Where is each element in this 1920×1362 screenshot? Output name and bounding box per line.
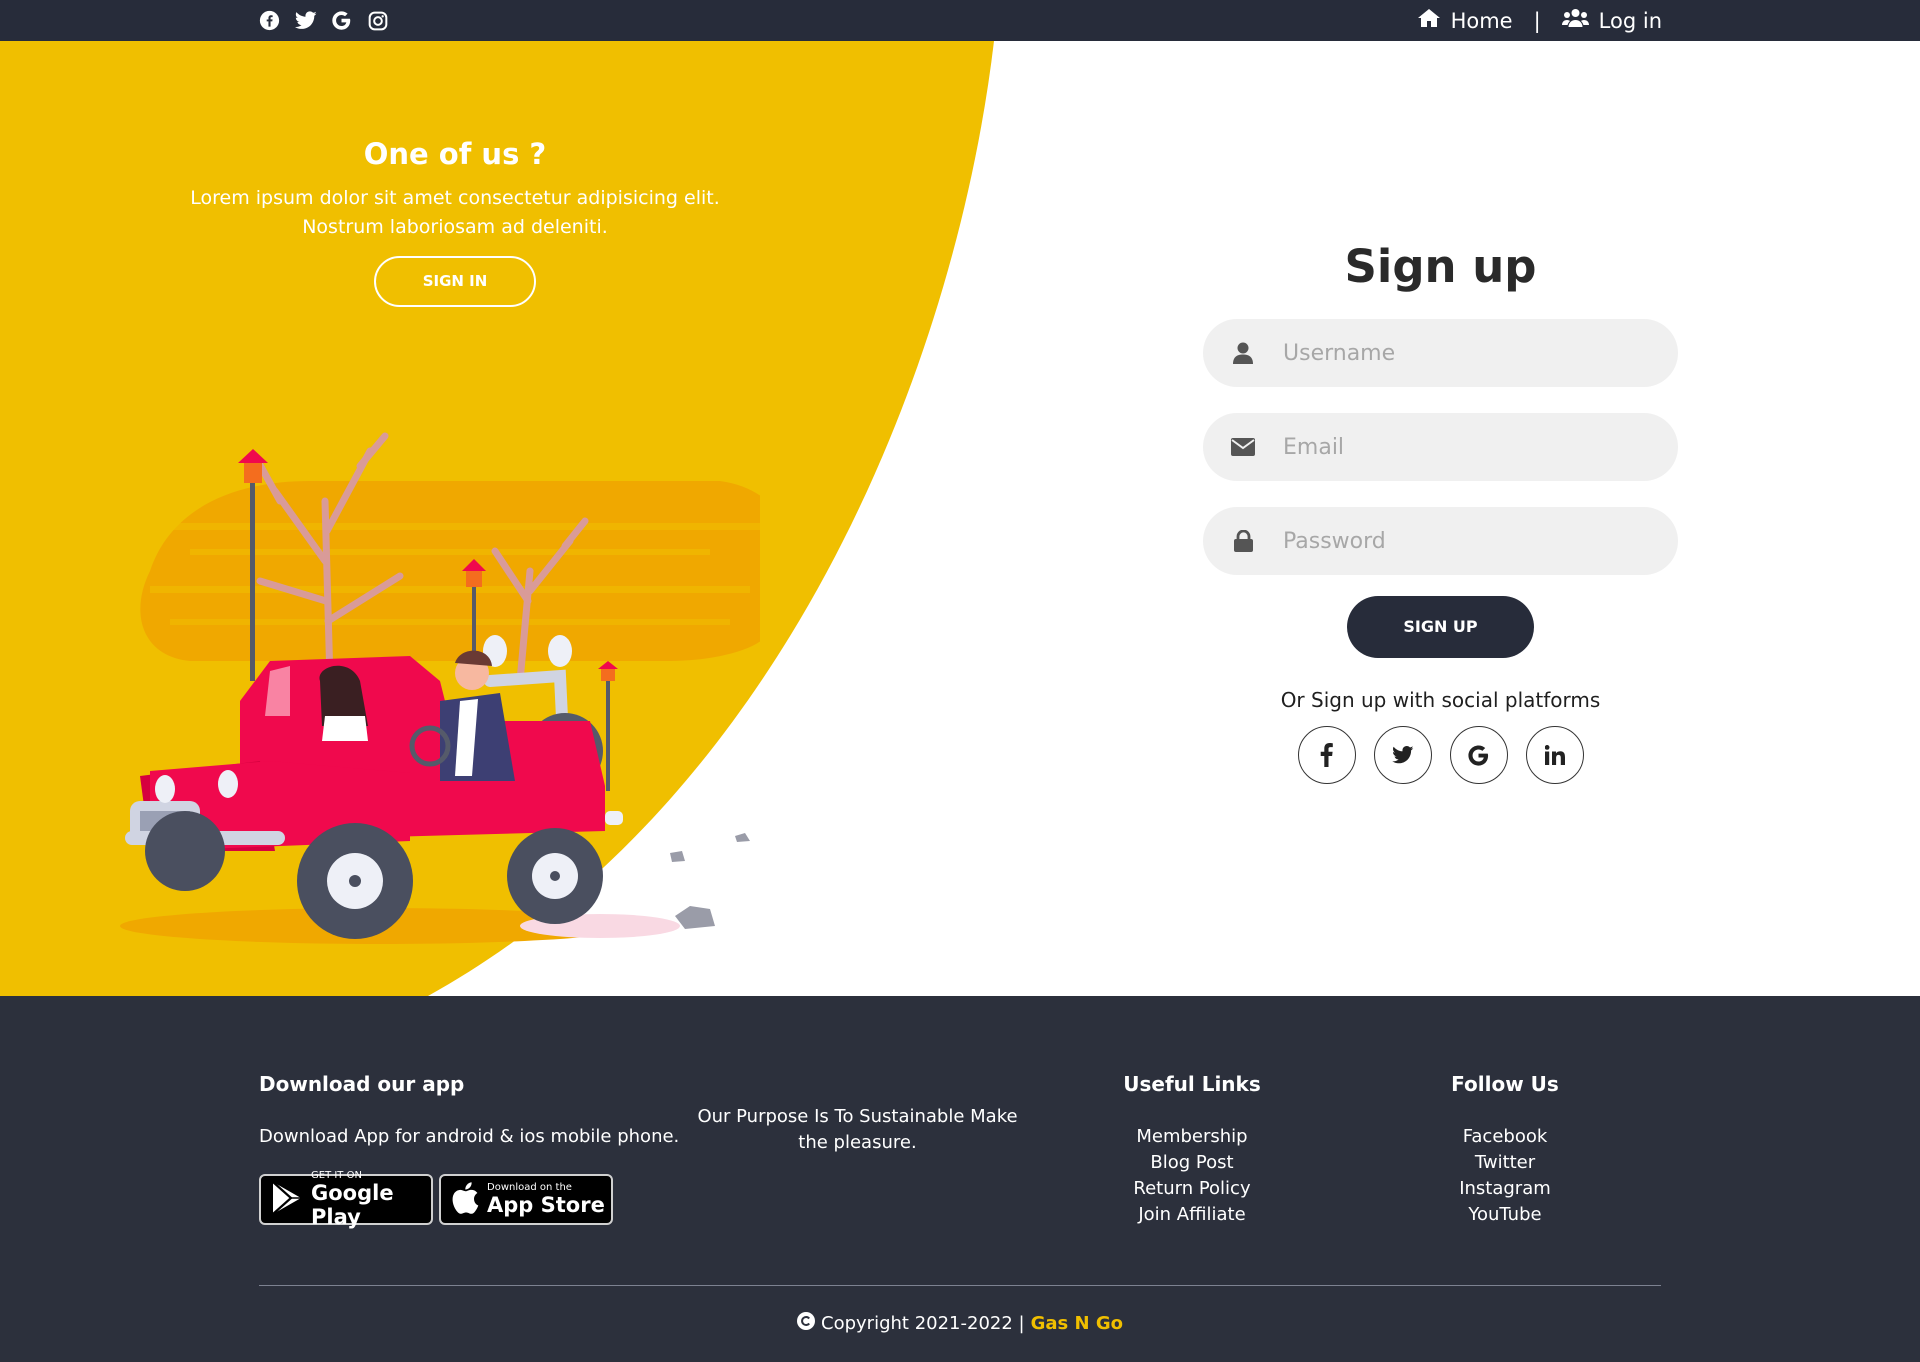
link-instagram[interactable]: Instagram — [1405, 1176, 1605, 1202]
google-play-small: GET IT ON — [311, 1170, 362, 1181]
top-bar: Home | Log in — [0, 0, 1920, 41]
google-play-icon — [271, 1180, 303, 1219]
footer-app-text: Download App for android & ios mobile ph… — [259, 1126, 680, 1147]
link-return-policy[interactable]: Return Policy — [1092, 1176, 1292, 1202]
password-input[interactable] — [1283, 528, 1678, 554]
instagram-icon[interactable] — [366, 9, 389, 32]
nav-home[interactable]: Home — [1417, 8, 1513, 33]
link-twitter[interactable]: Twitter — [1405, 1150, 1605, 1176]
footer-app-column: Download our app Download App for androi… — [259, 1072, 680, 1229]
nav-login-label: Log in — [1598, 8, 1662, 33]
username-field[interactable] — [1203, 319, 1678, 387]
link-join-affiliate[interactable]: Join Affiliate — [1092, 1202, 1292, 1228]
password-field[interactable] — [1203, 507, 1678, 575]
app-store-badge[interactable]: Download on the App Store — [439, 1174, 613, 1225]
twitter-icon[interactable] — [1373, 726, 1432, 784]
top-nav: Home | Log in — [1417, 0, 1662, 41]
left-panel-title: One of us ? — [363, 137, 547, 171]
link-membership[interactable]: Membership — [1092, 1124, 1292, 1150]
app-store-big: App Store — [487, 1193, 605, 1217]
users-icon — [1561, 8, 1589, 33]
link-youtube[interactable]: YouTube — [1405, 1202, 1605, 1228]
footer-purpose-text: Our Purpose Is To Sustainable Make the p… — [697, 1106, 1018, 1153]
google-play-badge[interactable]: GET IT ON Google Play — [259, 1170, 433, 1229]
signup-title: Sign up — [1344, 240, 1537, 293]
user-icon — [1203, 342, 1283, 364]
apple-icon — [451, 1181, 479, 1218]
signup-form: Sign up SIGN UP Or Sign up with social p… — [1203, 240, 1678, 784]
lock-icon — [1203, 530, 1283, 552]
brand-name[interactable]: Gas N Go — [1031, 1313, 1123, 1334]
nav-login[interactable]: Log in — [1561, 8, 1662, 33]
footer-app-title: Download our app — [259, 1072, 465, 1096]
footer: Download our app Download App for androi… — [0, 996, 1920, 1362]
sign-up-button[interactable]: SIGN UP — [1347, 596, 1534, 658]
facebook-icon[interactable] — [1297, 726, 1356, 784]
envelope-icon — [1203, 438, 1283, 456]
twitter-icon[interactable] — [294, 9, 317, 32]
hero-section: One of us ? Lorem ipsum dolor sit amet c… — [0, 41, 1920, 996]
follow-us-title: Follow Us — [1451, 1072, 1559, 1096]
username-input[interactable] — [1283, 340, 1678, 366]
left-panel: One of us ? Lorem ipsum dolor sit amet c… — [130, 137, 780, 307]
nav-home-label: Home — [1450, 8, 1513, 33]
sign-in-button[interactable]: SIGN IN — [374, 256, 536, 307]
email-input[interactable] — [1283, 434, 1678, 460]
useful-links-title: Useful Links — [1123, 1072, 1261, 1096]
link-facebook[interactable]: Facebook — [1405, 1124, 1605, 1150]
copyright-icon — [797, 1312, 816, 1335]
google-icon[interactable] — [1449, 726, 1508, 784]
linkedin-icon[interactable] — [1525, 726, 1584, 784]
nav-separator: | — [1533, 8, 1541, 33]
facebook-icon[interactable] — [258, 9, 281, 32]
footer-follow-us: Follow Us Facebook Twitter Instagram You… — [1405, 1072, 1605, 1228]
social-signup-buttons — [1203, 726, 1678, 784]
footer-useful-links: Useful Links Membership Blog Post Return… — [1092, 1072, 1292, 1228]
home-icon — [1417, 8, 1441, 33]
store-badges: GET IT ON Google Play Download on the Ap… — [259, 1170, 679, 1229]
social-signup-text: Or Sign up with social platforms — [1280, 688, 1601, 712]
copyright: Copyright 2021-2022 | Gas N Go — [0, 1312, 1920, 1335]
google-icon[interactable] — [330, 9, 353, 32]
jeep-illustration — [120, 432, 760, 944]
link-blog-post[interactable]: Blog Post — [1092, 1150, 1292, 1176]
left-panel-text: Lorem ipsum dolor sit amet consectetur a… — [190, 187, 720, 238]
top-social-links — [258, 9, 389, 32]
copyright-text: Copyright 2021-2022 | — [821, 1313, 1025, 1334]
email-field[interactable] — [1203, 413, 1678, 481]
app-store-small: Download on the — [487, 1182, 572, 1193]
google-play-big: Google Play — [311, 1181, 394, 1229]
footer-divider — [259, 1285, 1661, 1286]
